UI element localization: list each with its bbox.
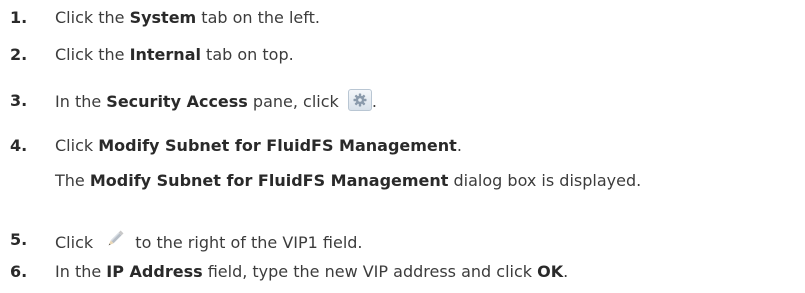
- step-text: Click to the right of the VIP1 field.: [55, 228, 363, 255]
- step-number: 5.: [10, 230, 28, 249]
- step-number: 6.: [10, 262, 28, 281]
- step-text-pre: Click: [55, 233, 99, 252]
- step-text-post: to the right of the VIP1 field.: [130, 233, 363, 252]
- step-text-end: .: [563, 262, 569, 281]
- step-text-pre: Click the: [55, 45, 130, 64]
- note-text-pre: The: [55, 171, 90, 190]
- step-text-post: .: [456, 136, 462, 155]
- step-number: 3.: [10, 91, 28, 110]
- step-text-end: .: [371, 92, 377, 111]
- step-text-pre: Click the: [55, 8, 130, 27]
- step-bold-term: Security Access: [106, 92, 248, 111]
- pencil-icon: [104, 228, 126, 250]
- step-text: Click Modify Subnet for FluidFS Manageme…: [55, 134, 462, 158]
- note-text-post: dialog box is displayed.: [448, 171, 642, 190]
- note-bold-term: Modify Subnet for FluidFS Management: [89, 171, 449, 190]
- step-text: In the IP Address field, type the new VI…: [55, 260, 568, 284]
- step-number: 1.: [10, 8, 28, 27]
- step-text: In the Security Access pane, click .: [55, 89, 377, 114]
- step-4-note: The Modify Subnet for FluidFS Management…: [55, 169, 641, 193]
- step-text-pre: Click: [55, 136, 99, 155]
- step-text: Click the System tab on the left.: [55, 6, 320, 30]
- step-bold-term: System: [129, 8, 197, 27]
- step-text-pre: In the: [55, 262, 107, 281]
- step-text-post: pane, click: [247, 92, 344, 111]
- step-bold-term: IP Address: [106, 262, 203, 281]
- step-text-post: tab on top.: [200, 45, 294, 64]
- step-text-pre: In the: [55, 92, 107, 111]
- step-text: Click the Internal tab on top.: [55, 43, 294, 67]
- step-number: 4.: [10, 136, 28, 155]
- step-bold-term-2: OK: [537, 262, 564, 281]
- step-number: 2.: [10, 45, 28, 64]
- step-bold-term: Internal: [129, 45, 201, 64]
- step-text-post: field, type the new VIP address and clic…: [202, 262, 538, 281]
- step-text-post: tab on the left.: [196, 8, 320, 27]
- gear-icon: [347, 89, 372, 111]
- step-bold-term: Modify Subnet for FluidFS Management: [98, 136, 457, 155]
